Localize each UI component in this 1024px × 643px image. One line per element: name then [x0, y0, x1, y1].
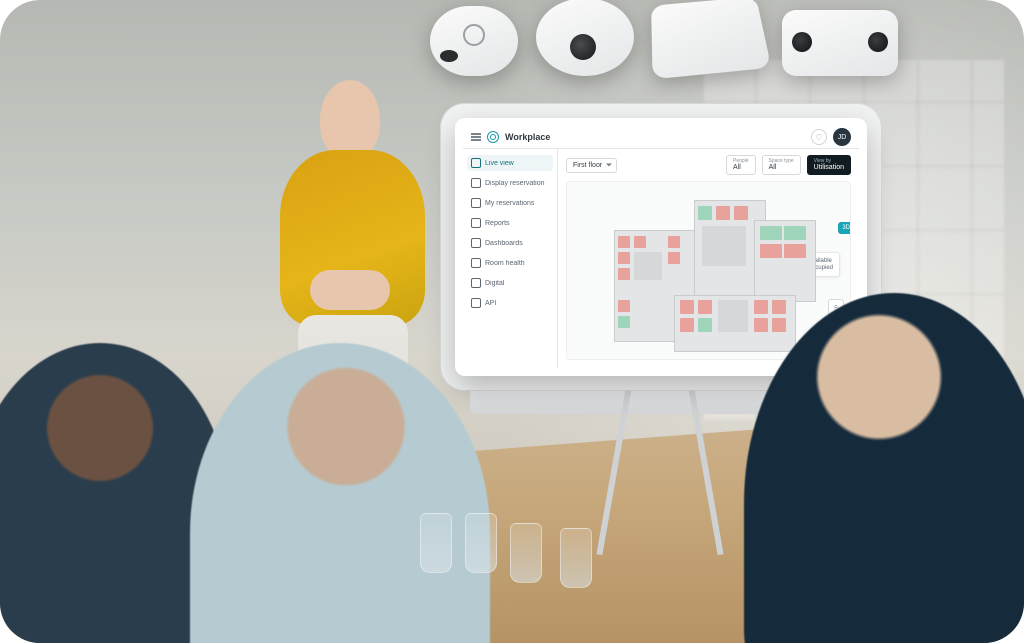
water-glass: [510, 523, 542, 583]
sidebar-item-api[interactable]: API: [467, 295, 553, 311]
user-avatar[interactable]: JD: [833, 128, 851, 146]
water-glass: [560, 528, 592, 588]
marketing-scene: Workplace ♡ JD Live view Display reserva…: [0, 0, 1024, 643]
sidebar-item-label: My reservations: [485, 200, 534, 207]
sidebar-item-live-view[interactable]: Live view: [467, 155, 553, 171]
health-icon: [471, 258, 481, 268]
sidebar-item-reports[interactable]: Reports: [467, 215, 553, 231]
round-sensor-device: [430, 6, 518, 76]
view-3d-tag[interactable]: 3D: [838, 222, 851, 234]
floor-select-value: First floor: [573, 162, 602, 169]
sidebar-item-label: Room health: [485, 260, 525, 267]
calendar-icon: [471, 178, 481, 188]
sidebar-item-label: Reports: [485, 220, 510, 227]
display-stand: [600, 376, 720, 556]
filter-value: All: [769, 164, 794, 171]
sidebar-item-digital[interactable]: Digital: [467, 275, 553, 291]
attendee-center: [190, 343, 490, 643]
dual-lens-sensor-device: [782, 10, 898, 76]
sidebar-item-my-reservations[interactable]: My reservations: [467, 195, 553, 211]
sidebar-item-label: API: [485, 300, 496, 307]
sidebar-item-label: Display reservation: [485, 180, 545, 187]
floor-select[interactable]: First floor: [566, 158, 617, 173]
sidebar-item-label: Live view: [485, 160, 514, 167]
app-logo-icon: [487, 131, 499, 143]
grid-icon: [471, 158, 481, 168]
dashboard-icon: [471, 238, 481, 248]
view-by-button[interactable]: View byUtilisation: [807, 155, 851, 175]
filter-value: All: [733, 164, 749, 171]
space-type-filter[interactable]: Space typeAll: [762, 155, 801, 175]
flat-square-sensor-device: [651, 0, 771, 79]
sidebar-item-label: Dashboards: [485, 240, 523, 247]
menu-icon[interactable]: [471, 133, 481, 141]
ceiling-dome-sensor-device: [536, 0, 634, 76]
water-glass: [465, 513, 497, 573]
app-toolbar: First floor PeopleAll Space typeAll View…: [558, 149, 859, 181]
code-icon: [471, 298, 481, 308]
workplace-app: Workplace ♡ JD Live view Display reserva…: [463, 126, 859, 368]
sidebar-item-dashboards[interactable]: Dashboards: [467, 235, 553, 251]
app-sidebar: Live view Display reservation My reserva…: [463, 149, 558, 368]
sidebar-item-display-reservation[interactable]: Display reservation: [467, 175, 553, 191]
chart-icon: [471, 218, 481, 228]
sidebar-item-label: Digital: [485, 280, 504, 287]
sidebar-item-room-health[interactable]: Room health: [467, 255, 553, 271]
bookmark-icon: [471, 198, 481, 208]
device-logo-icon: [463, 24, 485, 46]
favorite-icon[interactable]: ♡: [811, 129, 827, 145]
button-value: Utilisation: [814, 164, 844, 171]
app-brand: Workplace: [505, 132, 550, 142]
sensor-devices-row: [430, 0, 898, 76]
screen-icon: [471, 278, 481, 288]
app-topbar: Workplace ♡ JD: [463, 126, 859, 149]
water-glass: [420, 513, 452, 573]
people-filter[interactable]: PeopleAll: [726, 155, 756, 175]
floor-plan: [614, 200, 814, 350]
